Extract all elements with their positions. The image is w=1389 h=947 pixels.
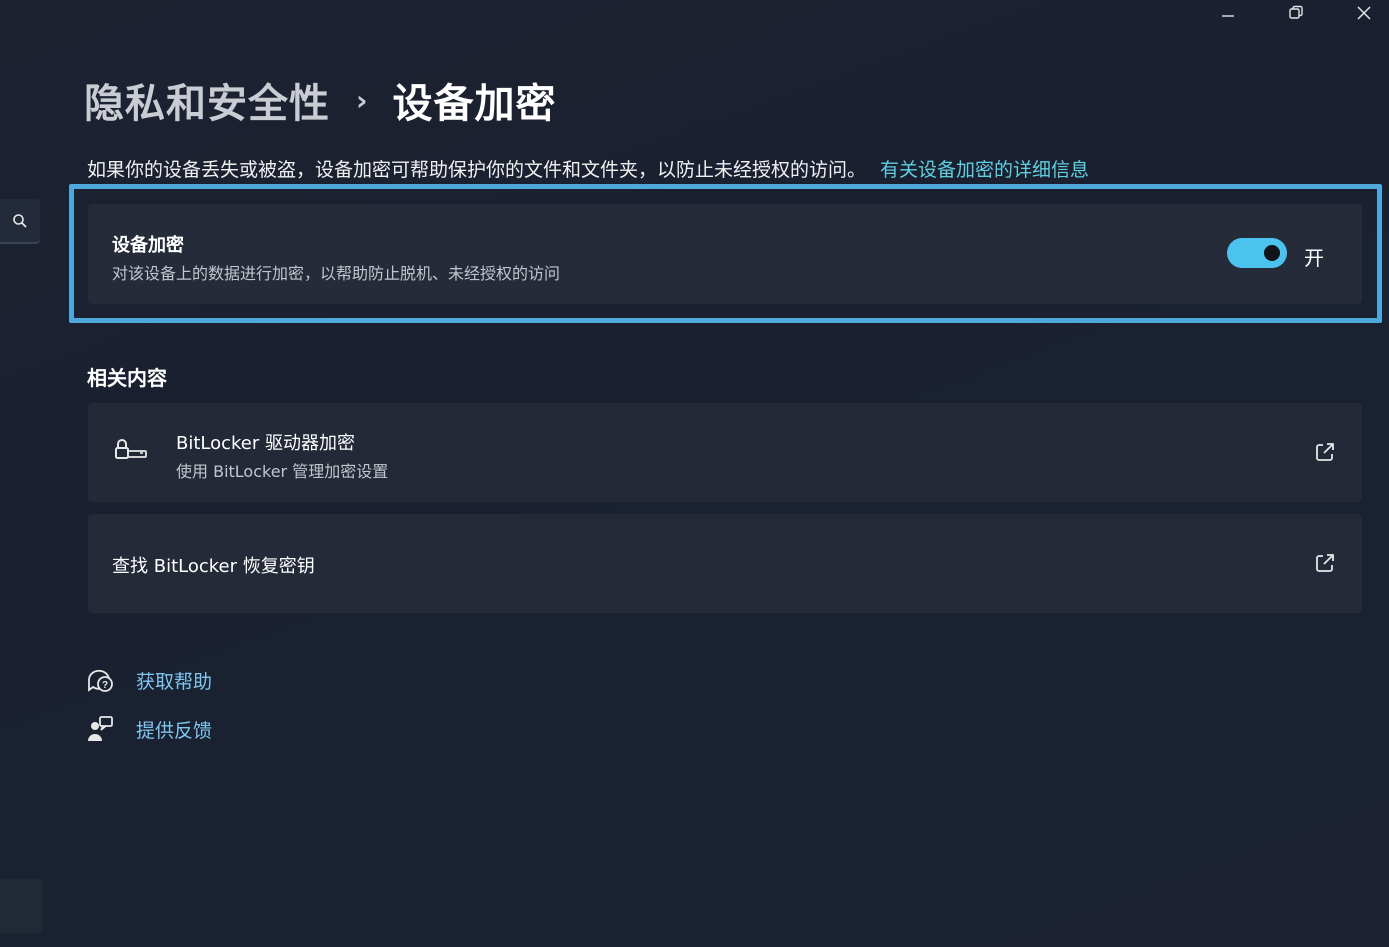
description-text: 如果你的设备丢失或被盗，设备加密可帮助保护你的文件和文件夹，以防止未经授权的访问… — [87, 158, 867, 181]
nav-search-button[interactable] — [0, 199, 40, 244]
restore-icon — [1289, 5, 1303, 19]
breadcrumb: 隐私和安全性 › 设备加密 — [84, 70, 557, 130]
nav-item[interactable] — [0, 879, 42, 933]
page-title: 设备加密 — [392, 81, 557, 127]
breadcrumb-separator: › — [356, 83, 369, 117]
close-icon — [1357, 6, 1371, 20]
breadcrumb-parent[interactable]: 隐私和安全性 — [84, 71, 330, 129]
get-help-text: 获取帮助 — [136, 670, 213, 693]
minimize-icon — [1222, 15, 1234, 17]
bitlocker-drive-encryption-link[interactable]: BitLocker 驱动器加密 使用 BitLocker 管理加密设置 — [88, 403, 1362, 502]
get-help-link[interactable]: ? 获取帮助 — [86, 665, 212, 695]
search-icon — [13, 213, 27, 228]
minimize-button[interactable] — [1196, 0, 1260, 26]
help-chat-icon: ? — [88, 669, 113, 692]
recovery-key-title: 查找 BitLocker 恢复密钥 — [112, 556, 315, 577]
find-recovery-key-link[interactable]: 查找 BitLocker 恢复密钥 — [88, 514, 1362, 613]
settings-window: 隐私和安全性 › 设备加密 如果你的设备丢失或被盗，设备加密可帮助保护你的文件和… — [0, 0, 1389, 947]
bitlocker-subtitle: 使用 BitLocker 管理加密设置 — [176, 462, 389, 481]
external-link-icon — [1316, 443, 1334, 461]
bitlocker-key-icon — [115, 439, 147, 459]
focus-highlight — [69, 184, 1382, 323]
bitlocker-title: BitLocker 驱动器加密 — [176, 433, 356, 454]
close-button[interactable] — [1332, 0, 1389, 26]
svg-text:?: ? — [102, 680, 108, 691]
learn-more-link[interactable]: 有关设备加密的详细信息 — [880, 155, 1089, 182]
give-feedback-text: 提供反馈 — [136, 719, 213, 742]
page-description: 如果你的设备丢失或被盗，设备加密可帮助保护你的文件和文件夹，以防止未经授权的访问… — [87, 155, 1089, 181]
external-link-icon — [1316, 554, 1334, 572]
give-feedback-link[interactable]: 提供反馈 — [86, 714, 212, 744]
maximize-button[interactable] — [1264, 0, 1328, 26]
related-content-heading: 相关内容 — [87, 366, 167, 390]
feedback-icon — [88, 716, 113, 741]
